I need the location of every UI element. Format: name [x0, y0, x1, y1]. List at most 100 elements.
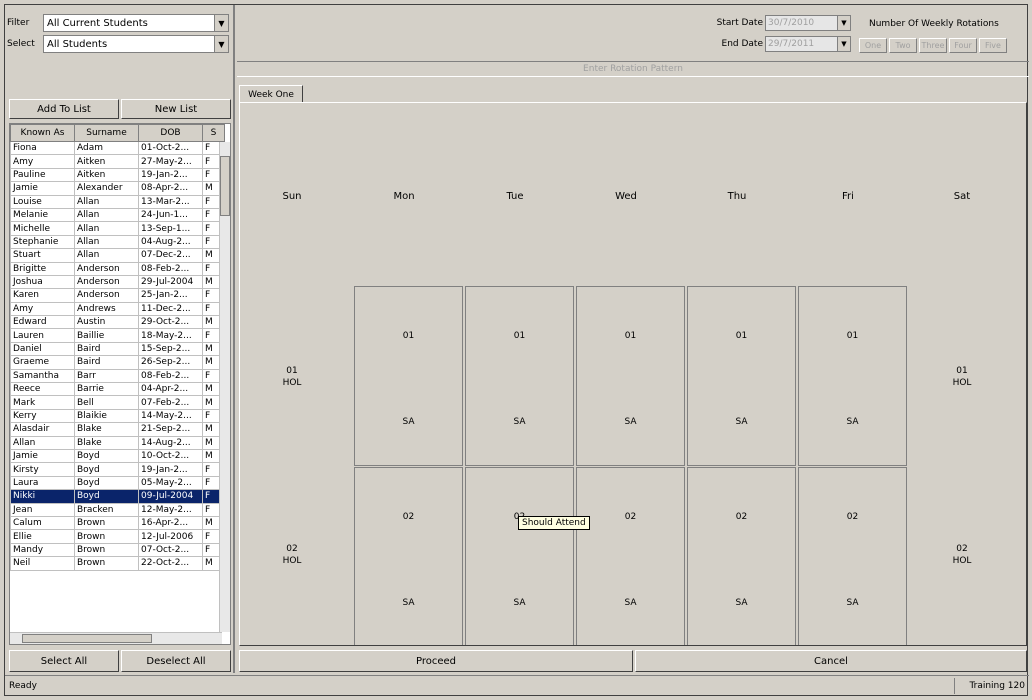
table-row[interactable]: Stephanie Allan 04-Aug-2... F — [10, 234, 225, 250]
column-header-known-as[interactable]: Known As — [10, 124, 75, 142]
cell-dob: 07-Dec-2... — [138, 248, 203, 263]
cell-dob: 25-Jan-2... — [138, 288, 203, 303]
select-dropdown[interactable]: All Students ▼ — [43, 35, 229, 53]
cell-surname: Allan — [74, 221, 139, 236]
rotation-four-button[interactable]: Four — [949, 38, 977, 53]
cell-surname: Adam — [74, 140, 139, 156]
column-header-dob[interactable]: DOB — [138, 124, 203, 142]
end-date-picker[interactable]: 29/7/2011 ▼ — [765, 36, 851, 52]
enter-rotation-pattern-button[interactable]: Enter Rotation Pattern — [237, 61, 1029, 77]
cell-known-as: Laura — [10, 475, 75, 491]
chevron-down-icon[interactable]: ▼ — [837, 16, 850, 30]
scroll-thumb[interactable] — [220, 156, 230, 216]
table-row[interactable]: Daniel Baird 15-Sep-2... M — [10, 341, 225, 357]
cell-dob: 19-Jan-2... — [138, 167, 203, 183]
table-row[interactable]: Calum Brown 16-Apr-2... M — [10, 515, 225, 531]
column-header-sex[interactable]: S — [202, 124, 225, 142]
session-type: SA — [624, 598, 637, 608]
table-row[interactable]: Neil Brown 22-Oct-2... M — [10, 556, 225, 571]
table-row[interactable]: Jamie Boyd 10-Oct-2... M — [10, 448, 225, 464]
sun-holiday-1[interactable]: 01 HOL — [262, 365, 322, 389]
thu-session-1[interactable]: 01 SA — [687, 286, 796, 466]
student-table: Known As Surname DOB S Fiona Adam 01-Oct-2… — [10, 124, 225, 571]
table-row[interactable]: Lauren Baillie 18-May-2... F — [10, 328, 225, 343]
table-row[interactable]: Pauline Aitken 19-Jan-2... F — [10, 167, 225, 183]
table-row[interactable]: Karen Anderson 25-Jan-2... F — [10, 288, 225, 303]
wed-session-1[interactable]: 01 SA — [576, 286, 685, 466]
table-row[interactable]: Amy Aitken 27-May-2... F — [10, 154, 225, 169]
table-row[interactable]: Stuart Allan 07-Dec-2... M — [10, 248, 225, 263]
table-row[interactable]: Jamie Alexander 08-Apr-2... M — [10, 181, 225, 196]
table-row[interactable]: Nikki Boyd 09-Jul-2004 F — [10, 489, 225, 504]
wed-session-2[interactable]: 02 SA — [576, 467, 685, 645]
cell-dob: 07-Oct-2... — [138, 542, 203, 558]
start-date-picker[interactable]: 30/7/2010 ▼ — [765, 15, 851, 31]
cell-known-as: Karen — [10, 288, 75, 303]
cell-known-as: Amy — [10, 154, 75, 169]
new-list-button[interactable]: New List — [121, 99, 231, 119]
sun-holiday-2[interactable]: 02 HOL — [262, 543, 322, 567]
thu-session-2[interactable]: 02 SA — [687, 467, 796, 645]
table-row[interactable]: Graeme Baird 26-Sep-2... M — [10, 355, 225, 370]
cell-dob: 10-Oct-2... — [138, 448, 203, 464]
table-row[interactable]: Mark Bell 07-Feb-2... M — [10, 395, 225, 410]
tue-session-1[interactable]: 01 SA — [465, 286, 574, 466]
table-row[interactable]: Jean Bracken 12-May-2... F — [10, 502, 225, 517]
filter-dropdown[interactable]: All Current Students ▼ — [43, 14, 229, 32]
table-row[interactable]: Kerry Blaikie 14-May-2... F — [10, 408, 225, 424]
add-to-list-button[interactable]: Add To List — [9, 99, 119, 119]
fri-session-2[interactable]: 02 SA — [798, 467, 907, 645]
table-row[interactable]: Allan Blake 14-Aug-2... M — [10, 435, 225, 450]
chevron-down-icon[interactable]: ▼ — [214, 15, 228, 31]
sat-holiday-1[interactable]: 01 HOL — [932, 365, 992, 389]
week-grid: Sun Mon Tue Wed Thu Fri Sat 01 HOL 01 HO… — [239, 102, 1027, 646]
sat-holiday-2[interactable]: 02 HOL — [932, 543, 992, 567]
student-grid[interactable]: Known As Surname DOB S Fiona Adam 01-Oct-2… — [9, 123, 231, 645]
cancel-button[interactable]: Cancel — [635, 650, 1027, 672]
cell-surname: Boyd — [74, 462, 139, 477]
cell-dob: 01-Oct-2... — [138, 140, 203, 156]
session-type: SA — [513, 417, 526, 427]
vertical-scrollbar[interactable] — [219, 142, 230, 632]
fri-session-1[interactable]: 01 SA — [798, 286, 907, 466]
table-row[interactable]: Mandy Brown 07-Oct-2... F — [10, 542, 225, 558]
rotation-two-button[interactable]: Two — [889, 38, 917, 53]
session-type: SA — [735, 598, 748, 608]
proceed-button[interactable]: Proceed — [239, 650, 633, 672]
horizontal-scrollbar[interactable] — [10, 632, 222, 644]
table-row[interactable]: Reece Barrie 04-Apr-2... M — [10, 382, 225, 397]
table-row[interactable]: Laura Boyd 05-May-2... F — [10, 475, 225, 491]
session-code: 02 — [846, 512, 859, 522]
chevron-down-icon[interactable]: ▼ — [837, 37, 850, 51]
cell-known-as: Lauren — [10, 328, 75, 343]
table-row[interactable]: Fiona Adam 01-Oct-2... F — [10, 140, 225, 156]
table-row[interactable]: Joshua Anderson 29-Jul-2004 M — [10, 274, 225, 290]
tue-session-2[interactable]: 02SA — [465, 467, 574, 645]
chevron-down-icon[interactable]: ▼ — [214, 36, 228, 52]
rotation-three-button[interactable]: Three — [919, 38, 947, 53]
table-row[interactable]: Samantha Barr 08-Feb-2... F — [10, 368, 225, 384]
mon-session-2[interactable]: 02 SA — [354, 467, 463, 645]
select-all-button[interactable]: Select All — [9, 650, 119, 672]
table-row[interactable]: Michelle Allan 13-Sep-1... F — [10, 221, 225, 236]
session-type: SA — [513, 598, 526, 608]
cell-dob: 05-May-2... — [138, 475, 203, 491]
column-header-surname[interactable]: Surname — [74, 124, 139, 142]
table-row[interactable]: Louise Allan 13-Mar-2... F — [10, 194, 225, 209]
cell-dob: 11-Dec-2... — [138, 301, 203, 317]
table-row[interactable]: Melanie Allan 24-Jun-1... F — [10, 207, 225, 223]
mon-session-1[interactable]: 01 SA — [354, 286, 463, 466]
table-row[interactable]: Ellie Brown 12-Jul-2006 F — [10, 529, 225, 544]
table-row[interactable]: Kirsty Boyd 19-Jan-2... F — [10, 462, 225, 477]
tab-week-one[interactable]: Week One — [239, 85, 303, 103]
cell-known-as: Jamie — [10, 448, 75, 464]
rotation-one-button[interactable]: One — [859, 38, 887, 53]
table-row[interactable]: Brigitte Anderson 08-Feb-2... F — [10, 261, 225, 276]
table-row[interactable]: Amy Andrews 11-Dec-2... F — [10, 301, 225, 317]
table-row[interactable]: Edward Austin 29-Oct-2... M — [10, 315, 225, 330]
cell-surname: Blake — [74, 435, 139, 450]
scroll-thumb[interactable] — [22, 634, 152, 643]
rotation-five-button[interactable]: Five — [979, 38, 1007, 53]
table-row[interactable]: Alasdair Blake 21-Sep-2... M — [10, 422, 225, 437]
deselect-all-button[interactable]: Deselect All — [121, 650, 231, 672]
